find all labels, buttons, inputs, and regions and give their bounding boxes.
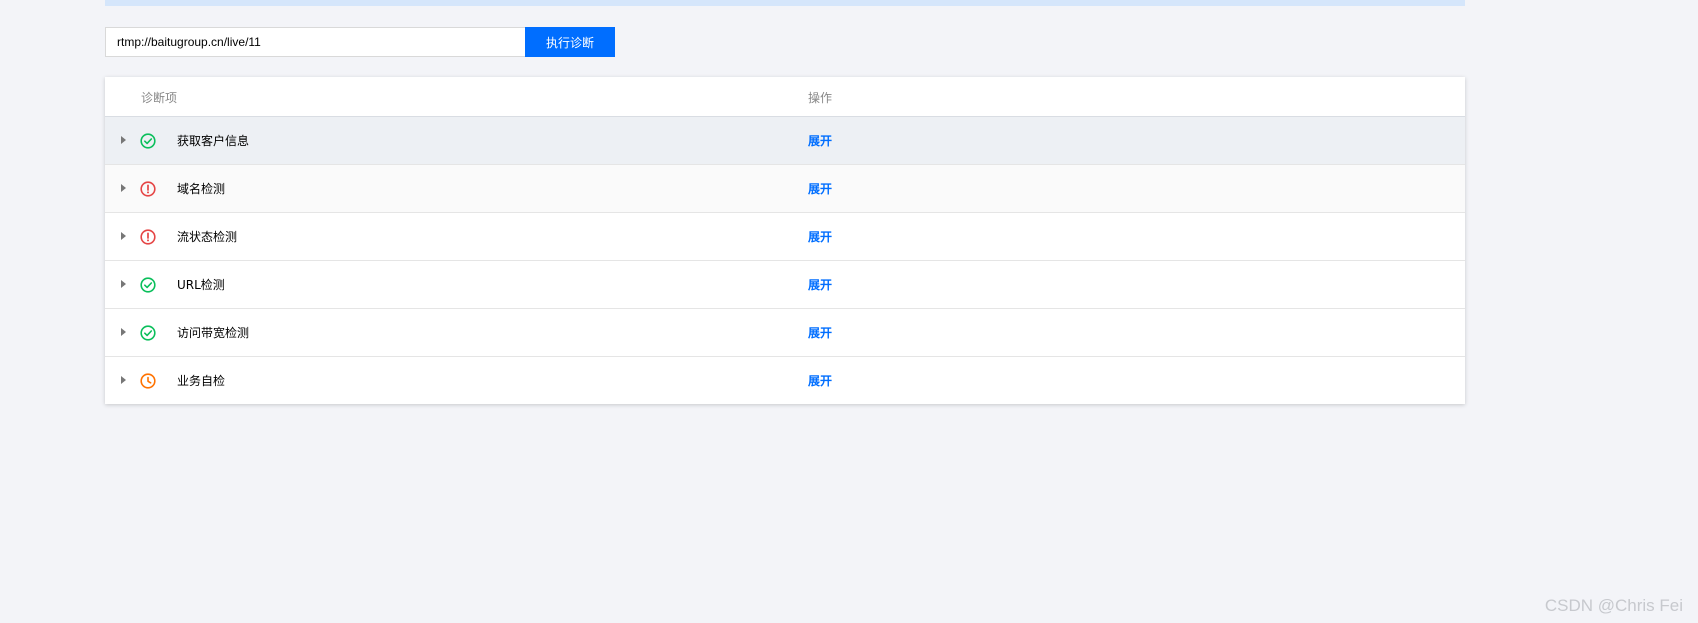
- row-label: 访问带宽检测: [177, 326, 250, 340]
- row-label: 域名检测: [177, 182, 226, 196]
- error-alert-icon: [140, 181, 156, 197]
- watermark: CSDN @Chris Fei: [1544, 596, 1683, 615]
- row-label: 获取客户信息: [177, 134, 250, 148]
- column-header-item: 诊断项: [141, 91, 178, 105]
- expand-caret-icon[interactable]: [121, 232, 126, 240]
- error-alert-icon: [140, 229, 156, 245]
- stream-url-input[interactable]: [105, 27, 525, 57]
- expand-link[interactable]: 展开: [808, 132, 832, 149]
- success-check-icon: [140, 133, 156, 149]
- diagnosis-table: 诊断项 操作 获取客户信息 展开 域名检测 展开 流状态检测 展开 URL检测 …: [105, 77, 1465, 404]
- table-row[interactable]: 访问带宽检测 展开: [105, 309, 1465, 357]
- expand-caret-icon[interactable]: [121, 328, 126, 336]
- top-banner: [105, 0, 1465, 6]
- success-check-icon: [140, 325, 156, 341]
- expand-link[interactable]: 展开: [808, 276, 832, 293]
- expand-caret-icon[interactable]: [121, 136, 126, 144]
- column-header-operation: 操作: [808, 91, 833, 105]
- run-diagnosis-button[interactable]: 执行诊断: [525, 27, 615, 57]
- expand-caret-icon[interactable]: [121, 280, 126, 288]
- table-row[interactable]: 域名检测 展开: [105, 165, 1465, 213]
- success-check-icon: [140, 277, 156, 293]
- row-label: 业务自检: [177, 374, 226, 388]
- expand-caret-icon[interactable]: [121, 184, 126, 192]
- expand-link[interactable]: 展开: [808, 324, 832, 341]
- table-row[interactable]: 获取客户信息 展开: [105, 117, 1465, 165]
- table-row[interactable]: 业务自检 展开: [105, 357, 1465, 404]
- expand-link[interactable]: 展开: [808, 180, 832, 197]
- expand-link[interactable]: 展开: [808, 228, 832, 245]
- table-header: 诊断项 操作: [105, 77, 1465, 117]
- pending-clock-icon: [140, 373, 156, 389]
- table-row[interactable]: URL检测 展开: [105, 261, 1465, 309]
- row-label: URL检测: [177, 278, 225, 292]
- table-row[interactable]: 流状态检测 展开: [105, 213, 1465, 261]
- expand-link[interactable]: 展开: [808, 372, 832, 389]
- diagnosis-form: 执行诊断: [105, 27, 615, 57]
- expand-caret-icon[interactable]: [121, 376, 126, 384]
- row-label: 流状态检测: [177, 230, 238, 244]
